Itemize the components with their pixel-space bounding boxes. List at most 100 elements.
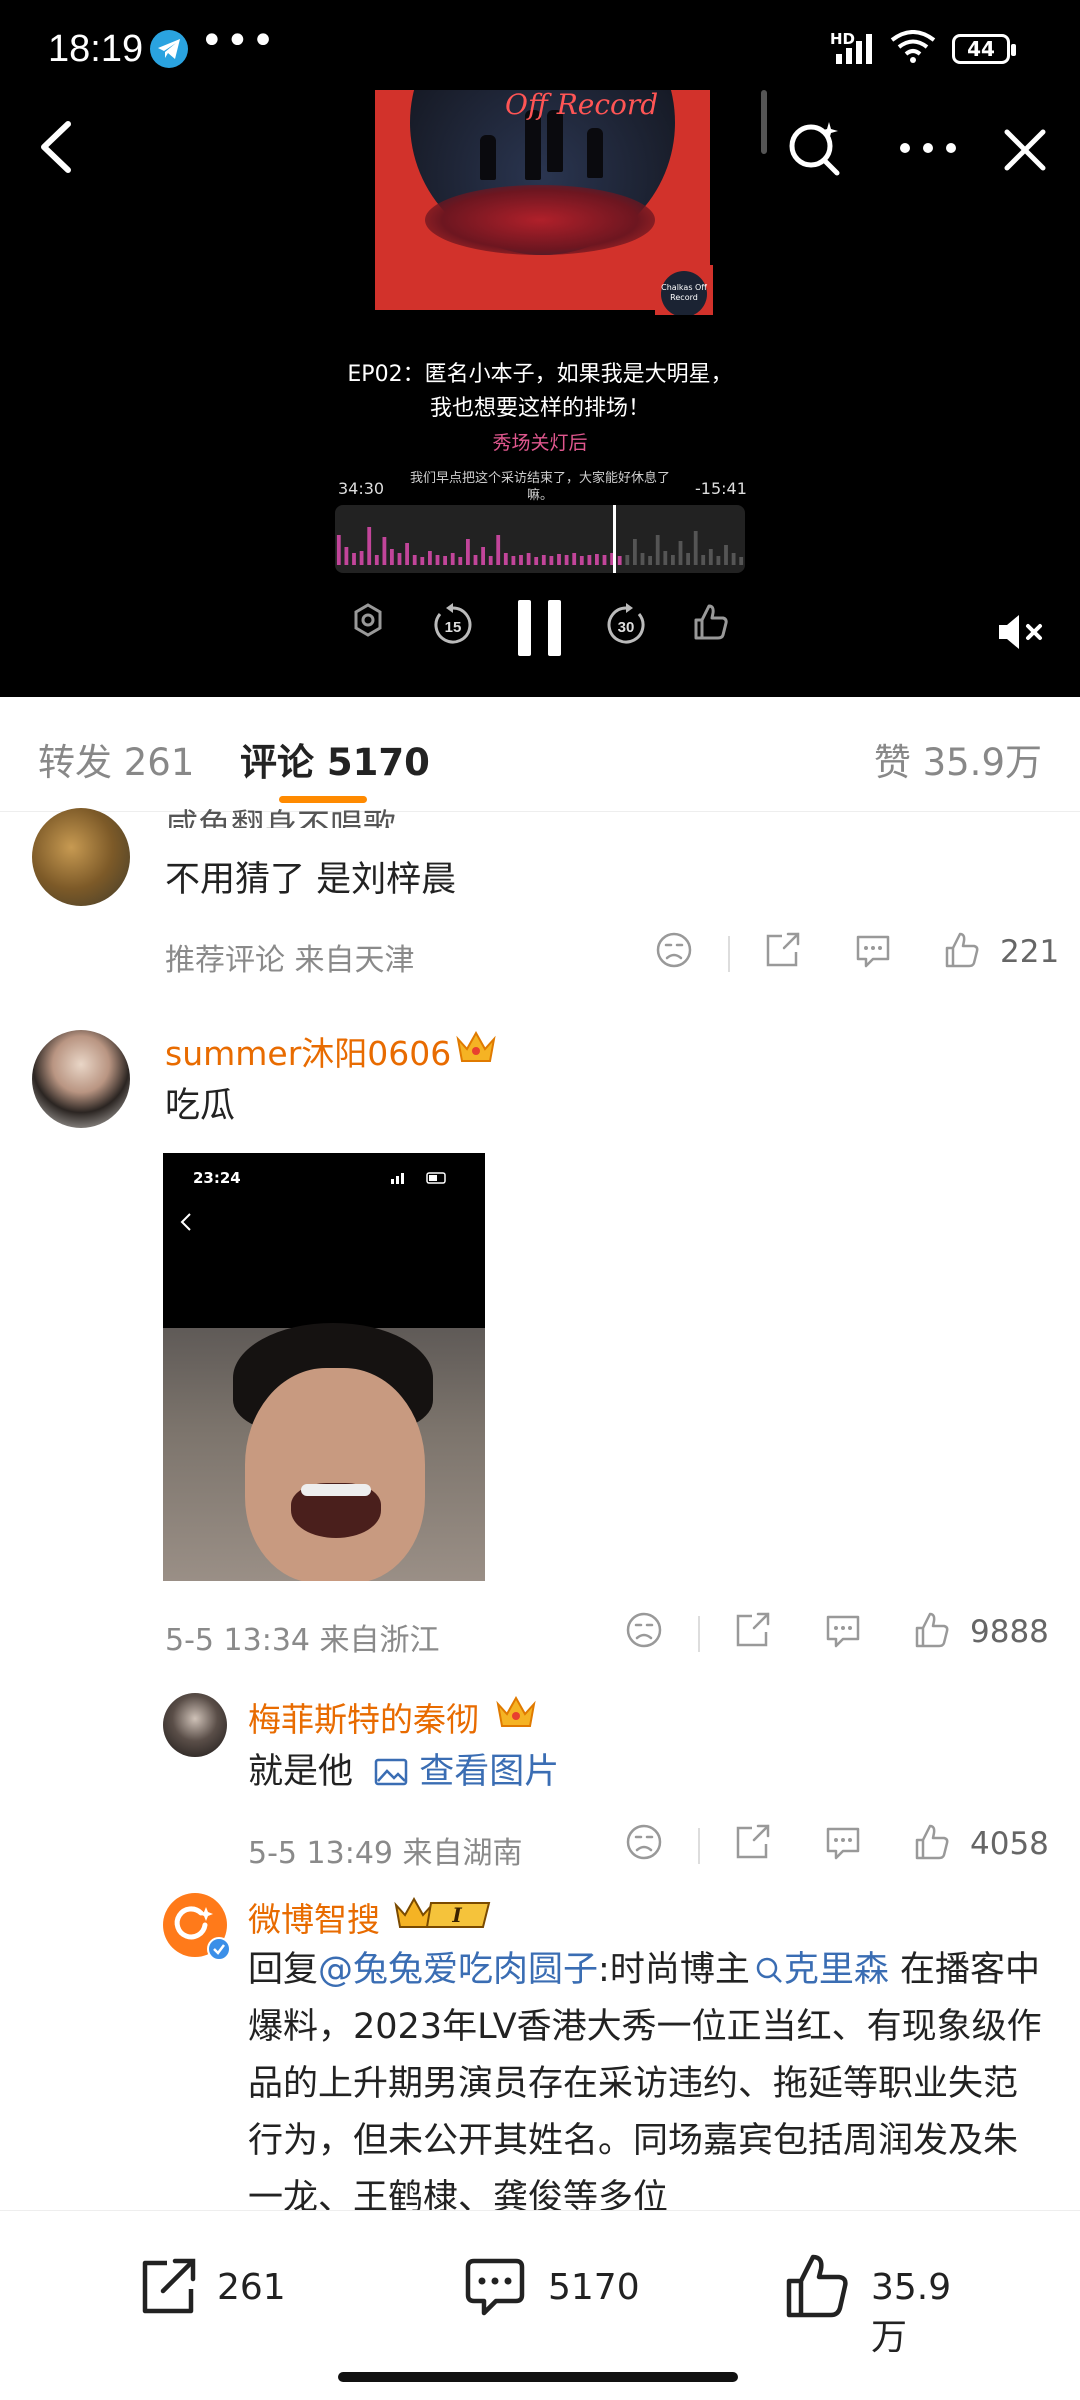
comment-image[interactable]: 23:24 xyxy=(163,1153,485,1581)
cover-figure xyxy=(587,128,603,178)
waveform-scrubber[interactable] xyxy=(335,505,745,573)
comment-meta: 5-5 13:34 来自浙江 xyxy=(165,1623,440,1658)
reply-text: 就是他 查看图片 xyxy=(248,1744,559,1801)
share-icon[interactable] xyxy=(762,930,802,970)
waveform-bar xyxy=(336,535,341,565)
comment-username[interactable]: summer沐阳0606 xyxy=(165,1027,451,1075)
lyric-text: 我们早点把这个采访结束了，大家能好休息了嘛。 xyxy=(409,471,670,503)
waveform-bar xyxy=(412,555,417,565)
cover-figure xyxy=(480,135,496,180)
avatar[interactable] xyxy=(32,1030,130,1128)
waveform-bar xyxy=(519,555,523,565)
mute-icon[interactable] xyxy=(995,610,1051,654)
reply-username[interactable]: 梅菲斯特的秦彻 xyxy=(248,1693,479,1741)
waveform-bar xyxy=(443,556,447,565)
signal-icon xyxy=(836,34,872,64)
waveform-bar xyxy=(374,555,379,565)
tab-repost[interactable]: 转发 261 xyxy=(38,732,194,786)
waveform-bar xyxy=(640,553,645,565)
repost-count: 261 xyxy=(217,2267,286,2308)
comment-button[interactable]: 5170 xyxy=(460,2251,640,2321)
svg-text:15: 15 xyxy=(445,619,462,636)
repost-button[interactable]: 261 xyxy=(133,2251,293,2321)
back-icon xyxy=(180,1213,191,1231)
dislike-icon[interactable] xyxy=(624,1822,664,1862)
dislike-icon[interactable] xyxy=(624,1610,664,1650)
waveform-bar xyxy=(496,535,501,565)
reply-text-part: :时尚博主 xyxy=(598,1950,750,1990)
like-icon[interactable] xyxy=(912,1610,952,1650)
cover-title: Off Record xyxy=(505,90,659,121)
waveform-bar xyxy=(488,556,493,565)
cover-stage xyxy=(425,185,655,255)
image-icon[interactable] xyxy=(374,1757,408,1787)
like-icon[interactable] xyxy=(942,930,982,970)
forward-30-icon[interactable]: 30 xyxy=(603,602,649,648)
more-icon[interactable] xyxy=(893,118,963,178)
waveform-bar xyxy=(595,554,599,565)
tab-comments[interactable]: 评论 5170 xyxy=(240,732,430,786)
show-name[interactable]: 秀场关灯后 xyxy=(340,428,740,455)
tab-likes[interactable]: 赞 35.9万 xyxy=(874,732,1042,786)
waveform-bar xyxy=(344,547,349,565)
waveform-bar xyxy=(617,556,622,565)
avatar[interactable] xyxy=(163,1893,231,1961)
divider xyxy=(728,936,730,972)
vip-badge-level: I xyxy=(451,1903,462,1927)
waveform-bar xyxy=(678,541,683,565)
comment-text: 不用猜了 是刘梓晨 xyxy=(165,860,457,900)
reply-meta: 5-5 13:49 来自湖南 xyxy=(248,1836,523,1871)
settings-icon[interactable] xyxy=(350,602,386,638)
playhead[interactable] xyxy=(613,505,616,573)
reply-icon[interactable] xyxy=(853,930,893,970)
status-time: 18:19 xyxy=(48,28,144,70)
thumbs-up-icon[interactable] xyxy=(690,602,730,642)
comment-username[interactable]: 咸鱼翻身不唱歌 xyxy=(165,800,396,828)
dislike-icon[interactable] xyxy=(654,930,694,970)
waveform-bar xyxy=(686,553,690,565)
waveform-bar xyxy=(648,556,652,565)
reply-text-part: 在播客中爆料，2023年LV香港大秀一位正当红、有现象级作品的上升期男演员存在采… xyxy=(248,1950,1042,2218)
waveform-bar xyxy=(420,557,425,565)
comment-actions: 9888 xyxy=(620,1610,1060,1660)
view-image-link[interactable]: 查看图片 xyxy=(419,1752,559,1792)
like-button[interactable]: 35.9万 xyxy=(783,2251,983,2358)
reply-icon[interactable] xyxy=(823,1610,863,1650)
mention-link[interactable]: @兔兔爱吃肉圆子 xyxy=(318,1950,598,1990)
like-count: 4058 xyxy=(970,1826,1049,1862)
waveform-bar xyxy=(663,551,668,565)
waveform-bar xyxy=(731,553,736,565)
waveform-bar xyxy=(564,555,569,565)
avatar[interactable] xyxy=(163,1693,227,1757)
avatar[interactable] xyxy=(32,808,130,906)
search-icon[interactable] xyxy=(785,118,845,178)
waveform-bar xyxy=(503,553,508,565)
photo-face xyxy=(245,1368,425,1581)
search-term-link[interactable]: 克里森 xyxy=(784,1950,889,1990)
share-icon[interactable] xyxy=(732,1822,772,1862)
like-icon[interactable] xyxy=(912,1822,952,1862)
reply-username[interactable]: 微博智搜 xyxy=(248,1893,380,1941)
divider xyxy=(698,1828,700,1864)
waveform-bar xyxy=(435,555,440,565)
podcast-cover: Off Record Chalkas Off Record xyxy=(315,90,765,315)
waveform-bar xyxy=(466,539,470,565)
pause-button[interactable] xyxy=(515,598,565,658)
waveform-bar xyxy=(708,549,713,565)
battery-icon: 44 xyxy=(952,34,1016,64)
reply-icon[interactable] xyxy=(823,1822,863,1862)
waveform-bar xyxy=(549,556,554,565)
remaining-time: -15:41 xyxy=(695,479,747,498)
like-count: 9888 xyxy=(970,1614,1049,1650)
waveform-bar xyxy=(633,539,637,565)
waveform-bar xyxy=(655,535,660,565)
wifi-icon xyxy=(890,30,936,63)
rewind-15-icon[interactable]: 15 xyxy=(430,602,476,648)
waveform-bar xyxy=(450,553,455,565)
close-icon[interactable] xyxy=(995,120,1055,180)
share-icon[interactable] xyxy=(732,1610,772,1650)
crown-icon xyxy=(496,1695,536,1727)
vip-badge-icon: I xyxy=(394,1896,491,1928)
waveform-bar xyxy=(405,543,409,565)
back-icon[interactable] xyxy=(28,112,88,182)
